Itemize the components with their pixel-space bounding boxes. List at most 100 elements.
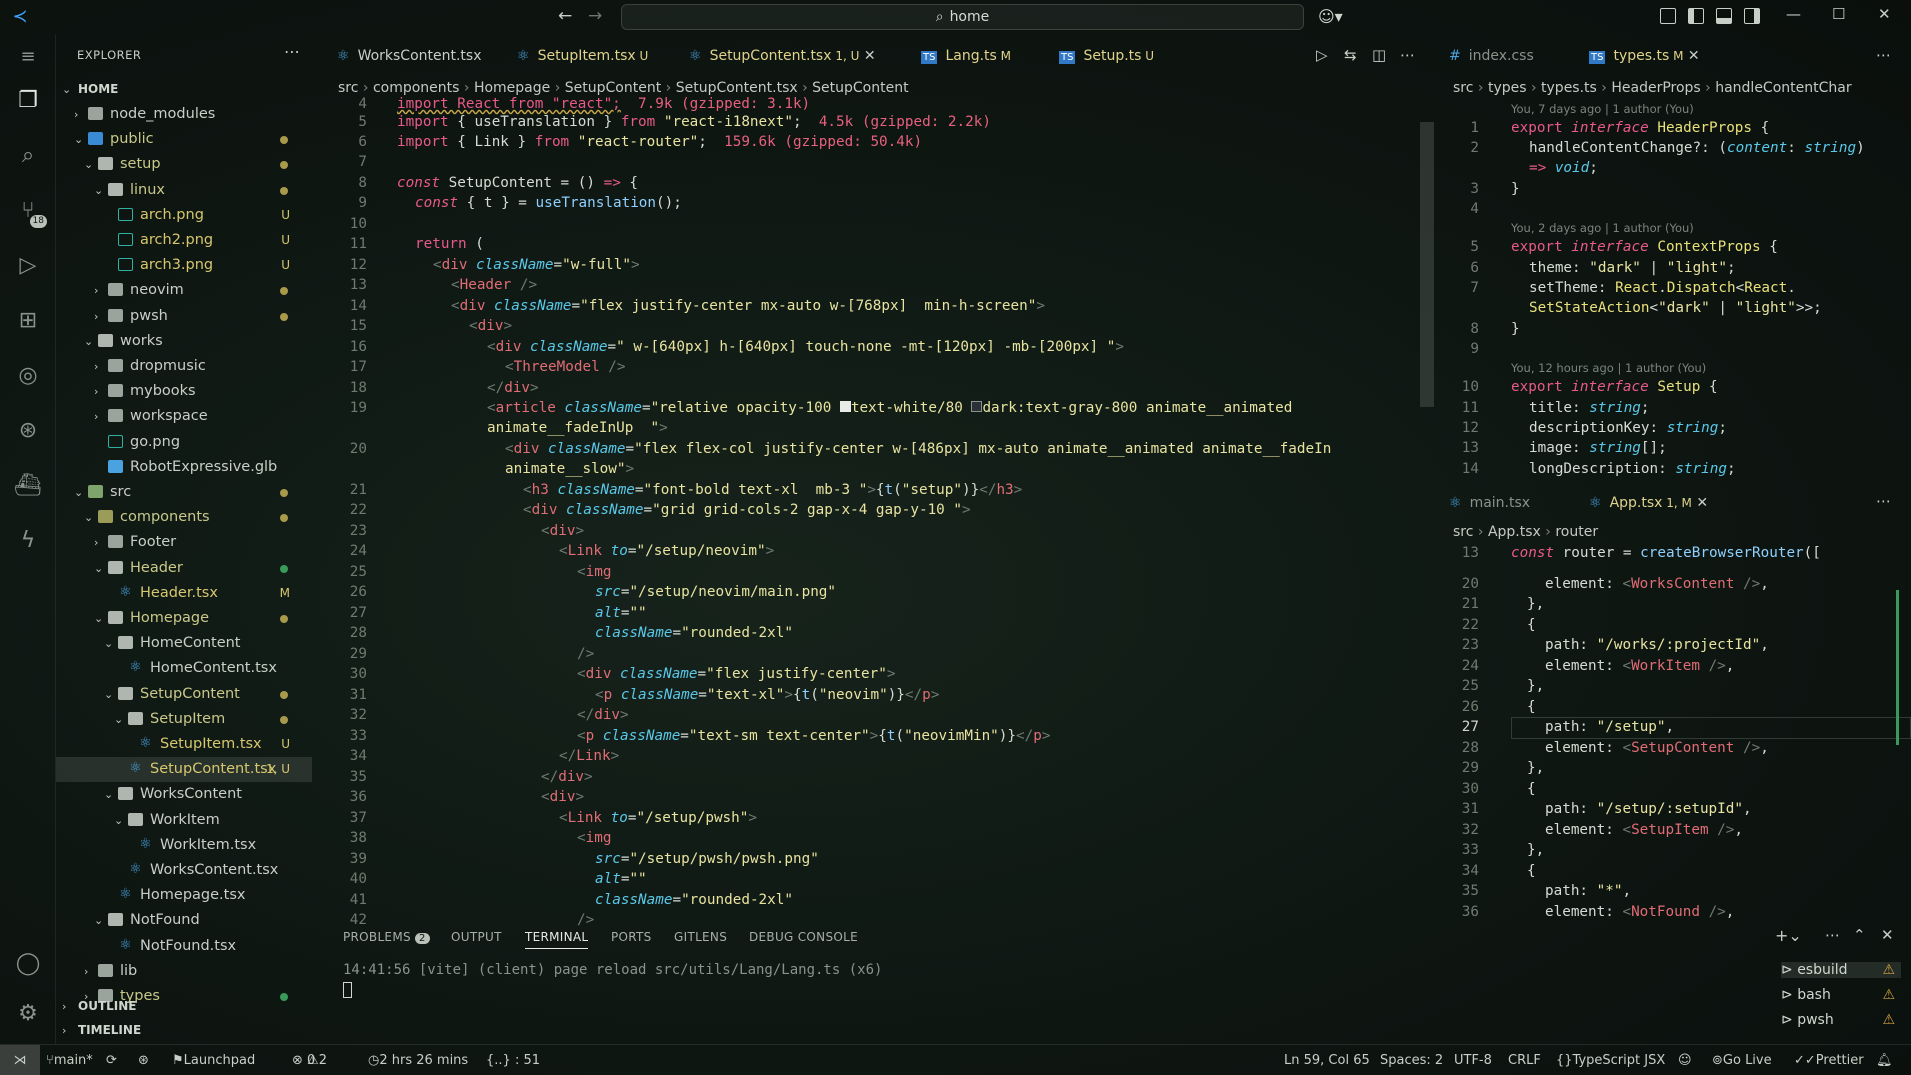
go-live-status[interactable]: ⊚ Go Live [1712,1045,1772,1075]
close-tab-icon[interactable]: ✕ [1692,495,1708,511]
tree-item[interactable]: › lib [56,959,312,984]
tree-item[interactable]: ⚛ Homepage.tsx [56,883,312,908]
tree-item[interactable]: ⚛ SetupItem.tsx U [56,732,312,757]
more-actions-icon[interactable]: ⋯ [1876,46,1891,64]
tree-item[interactable]: ⚛ NotFound.tsx [56,934,312,959]
cursor-position[interactable]: Ln 59, Col 65 [1284,1045,1370,1075]
run-icon[interactable]: ▷ [1316,46,1328,64]
tree-item[interactable]: › mybooks [56,379,312,404]
tree-item[interactable]: › workspace [56,404,312,429]
minimize-button[interactable]: — [1786,5,1801,23]
tree-item[interactable]: ⌄ NotFound [56,908,312,933]
menu-icon[interactable]: ≡ [13,42,43,72]
launchpad-status[interactable]: ⚑ Launchpad [172,1045,255,1075]
tree-item[interactable]: arch3.png U [56,253,312,278]
split-editor-icon[interactable]: ◫ [1372,46,1386,64]
tab-output[interactable]: OUTPUT [451,930,502,944]
editor-tab[interactable]: # index.css [1449,38,1534,74]
editor-scrollbar[interactable] [1420,122,1434,407]
tree-item[interactable]: › neovim [56,278,312,303]
close-panel-icon[interactable]: ✕ [1881,926,1894,944]
tab-problems[interactable]: PROBLEMS 2 [343,930,430,944]
tree-item[interactable]: ⌄ src [56,480,312,505]
tree-item[interactable]: › node_modules [56,102,312,127]
tree-item[interactable]: ⌄ public [56,127,312,152]
customize-layout-icon[interactable] [1660,8,1676,24]
tree-item[interactable]: RobotExpressive.glb [56,455,312,480]
search-icon[interactable]: ⌕ [13,141,43,171]
selection-status[interactable]: {..} : 51 [486,1045,540,1075]
breadcrumb-item[interactable]: types [1488,80,1527,96]
close-tab-icon[interactable]: ✕ [1683,48,1700,64]
settings-gear-icon[interactable]: ⚙ [13,999,43,1029]
gitlens-icon[interactable]: ◎ [13,361,43,391]
account-icon[interactable]: ◯ [13,949,43,979]
code-editor-app[interactable]: 13 const router = createBrowserRouter([ 2… [1443,545,1911,925]
problems-status[interactable]: ⊗ 0 ⚠ 2 [292,1045,327,1075]
compare-changes-icon[interactable]: ⇆ [1344,46,1357,64]
tree-item[interactable]: ⌄ setup [56,152,312,177]
editor-tab[interactable]: ⚛ App.tsx 1, M ✕ [1589,485,1708,521]
close-window-button[interactable]: ✕ [1878,5,1891,23]
breadcrumb-item[interactable]: router [1555,524,1598,540]
breadcrumb-item[interactable]: types.ts [1541,80,1597,96]
editor-tab[interactable]: TS Lang.ts M [921,38,1011,74]
tab-gitlens[interactable]: GITLENS [674,930,727,944]
tree-item[interactable]: ⚛ Header.tsx M [56,581,312,606]
new-terminal-icon[interactable]: +⌄ [1775,926,1802,945]
tree-item[interactable]: ⌄ Homepage [56,606,312,631]
docker-icon[interactable]: ⛴ [13,471,43,501]
time-tracker[interactable]: ◷ 2 hrs 26 mins [368,1045,468,1075]
tab-terminal[interactable]: TERMINAL [525,930,589,949]
editor-tab[interactable]: ⚛ main.tsx [1449,485,1530,521]
tree-item[interactable]: ⌄ HomeContent [56,631,312,656]
tree-item[interactable]: ⌄ SetupContent [56,682,312,707]
line-ending[interactable]: CRLF [1508,1045,1541,1075]
tree-item[interactable]: ⚛ SetupContent.tsx 1, U [56,757,312,783]
tree-item[interactable]: arch2.png U [56,228,312,253]
maximize-panel-icon[interactable]: ⌃ [1853,926,1866,944]
tree-item[interactable]: › pwsh [56,304,312,329]
tree-item[interactable]: ⌄ WorkItem [56,808,312,833]
tree-item[interactable]: go.png [56,430,312,455]
code-editor-types[interactable]: You, 7 days ago | 1 author (You) 1 export… [1443,102,1911,482]
timeline-section[interactable]: › TIMELINE [56,1018,312,1043]
tree-item[interactable]: ⌄ works [56,329,312,354]
breadcrumb-item[interactable]: handleContentChar [1715,80,1851,96]
tree-item[interactable]: › dropmusic [56,354,312,379]
more-actions-icon[interactable]: ⋯ [1400,46,1415,64]
copilot-icon[interactable]: ☺▾ [1318,7,1343,26]
copilot-status-icon[interactable]: ☺ [1678,1045,1692,1075]
tree-item[interactable]: ⚛ WorkItem.tsx [56,833,312,858]
source-control-icon[interactable]: ⑂ 18 [13,196,47,228]
breadcrumb-item[interactable]: src [1453,524,1473,540]
more-actions-icon[interactable]: ⋯ [1876,492,1891,510]
remote-indicator-icon[interactable]: ⋊ [0,1045,40,1075]
command-center-search[interactable]: ⌕ home [621,4,1304,30]
explorer-icon[interactable]: ❐ [13,86,43,116]
tree-item[interactable]: ⌄ WorksContent [56,782,312,807]
editor-tab[interactable]: ⚛ WorksContent.tsx [337,38,482,74]
code-editor-main[interactable]: 4 import React from "react"; 7.9k (gzippe… [331,92,1411,928]
branch-status[interactable]: ⑂ main* [46,1045,93,1075]
close-tab-icon[interactable]: ✕ [859,48,876,64]
back-arrow-icon[interactable]: ← [558,6,572,26]
tree-item[interactable]: ⌄ Header [56,556,312,581]
maximize-button[interactable]: ☐ [1832,5,1845,23]
editor-tab[interactable]: ⚛ SetupContent.tsx 1, U ✕ [689,38,876,74]
tree-item[interactable]: ⌄ linux [56,178,312,203]
tree-item[interactable]: › Footer [56,530,312,555]
more-actions-icon[interactable]: ⋯ [1825,926,1840,944]
terminal-item-esbuild[interactable]: ⊳ esbuild ⚠ [1781,962,1901,978]
editor-tab[interactable]: TS types.ts M ✕ [1589,38,1700,74]
outline-section[interactable]: › OUTLINE [56,994,312,1019]
breadcrumb-item[interactable]: App.tsx [1488,524,1541,540]
tree-item[interactable]: ⌄ SetupItem [56,707,312,732]
run-debug-icon[interactable]: ▷ [13,251,43,281]
tree-item[interactable]: arch.png U [56,203,312,228]
breadcrumb-item[interactable]: src [1453,80,1473,96]
more-actions-icon[interactable]: ⋯ [284,42,300,61]
gitlens-status-icon[interactable]: ⊛ [138,1045,149,1075]
breadcrumb-item[interactable]: HeaderProps [1611,80,1700,96]
workspace-root[interactable]: ⌄ HOME [56,77,312,102]
